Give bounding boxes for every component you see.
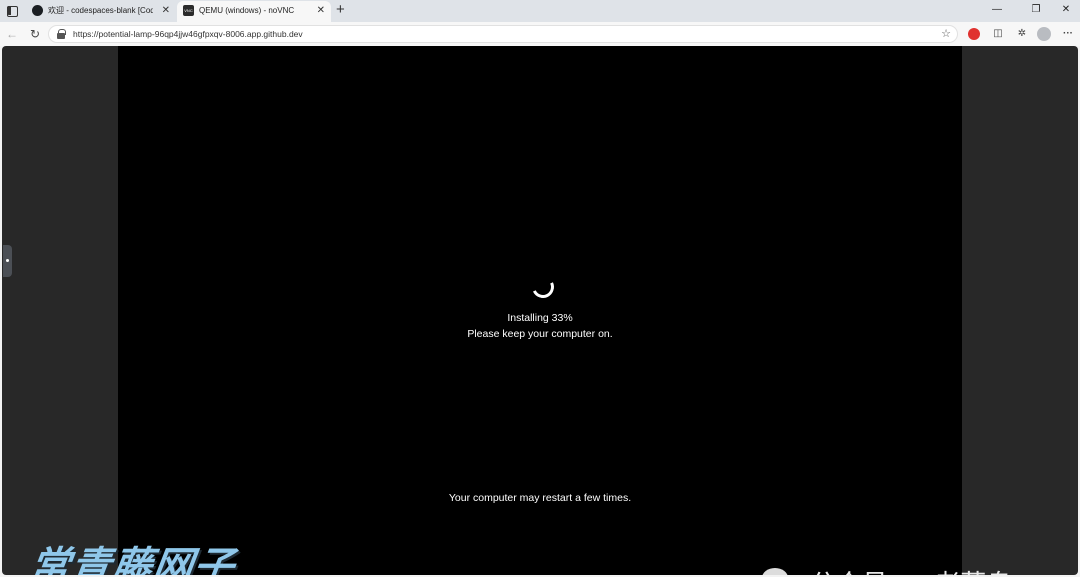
github-icon [32,5,43,16]
tab-novnc[interactable]: VNC QEMU (windows) - noVNC ✕ [177,1,331,22]
page-viewport: Installing 33% Please keep your computer… [2,46,1078,575]
restore-icon[interactable]: ❐ [1022,2,1050,18]
tab-actions-icon[interactable] [4,3,20,19]
tab-title: QEMU (windows) - noVNC [199,6,295,15]
novnc-control-bar-handle[interactable] [3,245,12,277]
url-text[interactable]: https://potential-lamp-96qp4jjw46gfpxqv-… [73,26,303,42]
tab-title: 欢迎 - codespaces-blank [Codesp [48,6,153,15]
tab-codespaces[interactable]: 欢迎 - codespaces-blank [Codesp ✕ [26,1,176,22]
minimize-icon[interactable]: — [983,2,1011,18]
tab-strip: 欢迎 - codespaces-blank [Codesp ✕ VNC QEMU… [0,0,1080,22]
install-keep-on-text: Please keep your computer on. [467,328,613,340]
profile-avatar[interactable] [1036,26,1052,42]
split-screen-icon[interactable]: ◫ [990,26,1006,42]
extensions-puzzle-icon[interactable]: ✲ [1014,26,1030,42]
wechat-icon [762,568,802,575]
close-icon[interactable]: ✕ [317,1,325,21]
favorite-star-icon[interactable]: ☆ [941,26,951,42]
loading-spinner-icon [528,272,558,302]
watermark-left: 常青藤网子 [26,545,238,575]
reload-icon[interactable]: ↻ [26,25,44,43]
window-close-icon[interactable]: ✕ [1052,2,1080,18]
more-menu-icon[interactable]: ··· [1060,26,1076,42]
new-tab-button[interactable]: + [336,1,345,19]
restart-notice-text: Your computer may restart a few times. [448,492,632,504]
install-progress-text: Installing 33% [507,312,573,324]
extension-icon[interactable] [966,26,982,42]
back-icon[interactable]: ← [3,25,21,43]
close-icon[interactable]: ✕ [162,1,170,21]
address-bar[interactable]: https://potential-lamp-96qp4jjw46gfpxqv-… [48,25,958,43]
vnc-remote-screen[interactable]: Installing 33% Please keep your computer… [118,46,962,575]
novnc-icon: VNC [183,5,194,16]
lock-icon[interactable] [57,29,66,39]
toolbar: ← ↻ https://potential-lamp-96qp4jjw46gfp… [0,22,1080,46]
watermark-right-text: 公众号 · IT老菜鸟 [810,564,1012,575]
